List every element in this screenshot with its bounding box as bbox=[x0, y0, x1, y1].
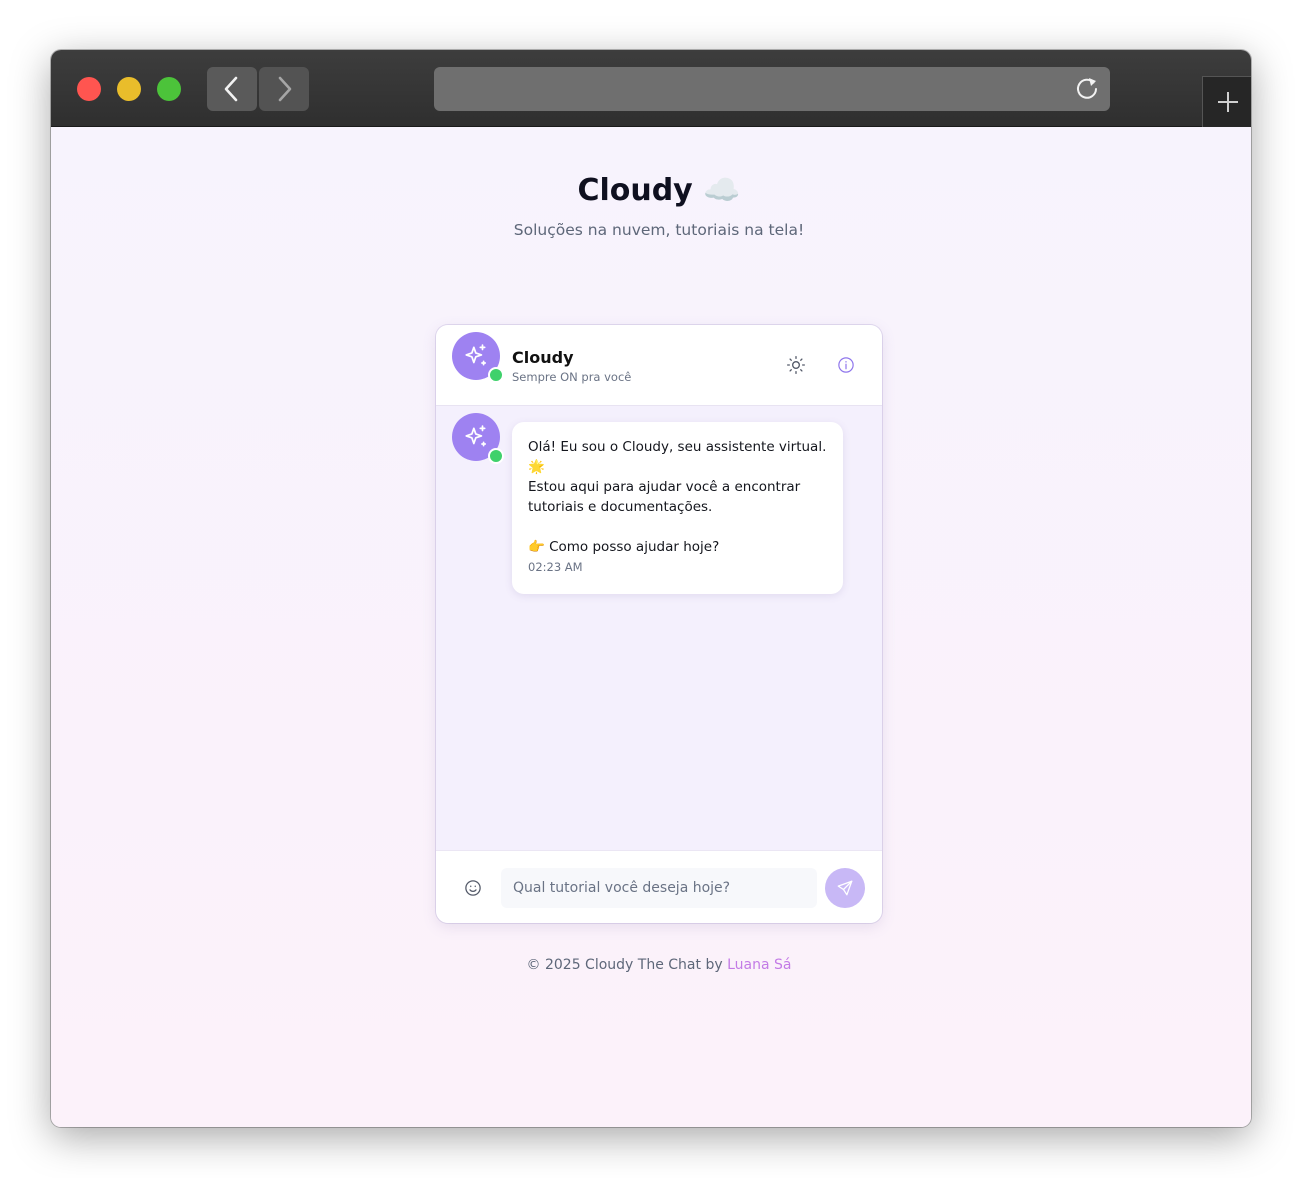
footer-text: © 2025 Cloudy The Chat by bbox=[526, 957, 728, 973]
sparkles-icon bbox=[465, 425, 487, 447]
reload-button[interactable] bbox=[1074, 76, 1100, 106]
sun-icon bbox=[787, 356, 805, 374]
browser-titlebar bbox=[51, 50, 1251, 127]
send-icon bbox=[837, 880, 853, 896]
message-timestamp: 02:23 AM bbox=[528, 560, 583, 574]
message-line: 🌟 bbox=[528, 459, 545, 475]
minimize-window-button[interactable] bbox=[117, 77, 141, 101]
back-button[interactable] bbox=[207, 67, 257, 111]
forward-button[interactable] bbox=[259, 67, 309, 111]
close-window-button[interactable] bbox=[77, 77, 101, 101]
page-subtitle: Soluções na nuvem, tutoriais na tela! bbox=[513, 221, 805, 239]
message-bot-avatar bbox=[452, 413, 504, 464]
address-bar[interactable] bbox=[434, 67, 1110, 111]
message-line: Olá! Eu sou o Cloudy, seu assistente vir… bbox=[528, 439, 827, 455]
bot-message-bubble: Olá! Eu sou o Cloudy, seu assistente vir… bbox=[512, 422, 843, 594]
maximize-window-button[interactable] bbox=[157, 77, 181, 101]
chat-header: Cloudy Sempre ON pra você bbox=[436, 325, 882, 406]
chat-widget: Cloudy Sempre ON pra você Olá! Eu sou o … bbox=[436, 325, 882, 923]
chevron-right-icon bbox=[278, 76, 292, 102]
plus-icon bbox=[1217, 92, 1238, 112]
bot-name: Cloudy bbox=[512, 348, 574, 367]
bot-avatar bbox=[452, 332, 504, 383]
page-title: Cloudy ☁️ bbox=[577, 173, 741, 208]
message-line: Estou aqui para ajudar você a encontrar bbox=[528, 479, 801, 495]
message-line: 👉 Como posso ajudar hoje? bbox=[528, 539, 720, 555]
sparkles-icon bbox=[465, 344, 487, 366]
online-indicator bbox=[488, 367, 504, 383]
new-tab-button[interactable] bbox=[1202, 76, 1251, 127]
message-line bbox=[528, 517, 827, 537]
author-link[interactable]: Luana Sá bbox=[727, 957, 791, 973]
browser-window: Cloudy ☁️ Soluções na nuvem, tutoriais n… bbox=[51, 50, 1251, 1127]
info-button[interactable] bbox=[834, 353, 858, 377]
bot-status: Sempre ON pra você bbox=[512, 370, 632, 384]
chevron-left-icon bbox=[224, 76, 238, 102]
send-button[interactable] bbox=[825, 868, 865, 908]
online-indicator bbox=[488, 448, 504, 464]
reload-icon bbox=[1077, 78, 1097, 99]
chat-input-bar bbox=[436, 850, 882, 923]
smiley-icon bbox=[465, 880, 481, 896]
page-content: Cloudy ☁️ Soluções na nuvem, tutoriais n… bbox=[51, 127, 1251, 1127]
page-footer: © 2025 Cloudy The Chat by Luana Sá bbox=[51, 957, 1251, 973]
info-icon bbox=[838, 357, 854, 373]
message-line: tutoriais e documentações. bbox=[528, 499, 713, 515]
message-input[interactable] bbox=[501, 868, 817, 908]
emoji-button[interactable] bbox=[462, 877, 484, 899]
theme-toggle-button[interactable] bbox=[784, 353, 808, 377]
